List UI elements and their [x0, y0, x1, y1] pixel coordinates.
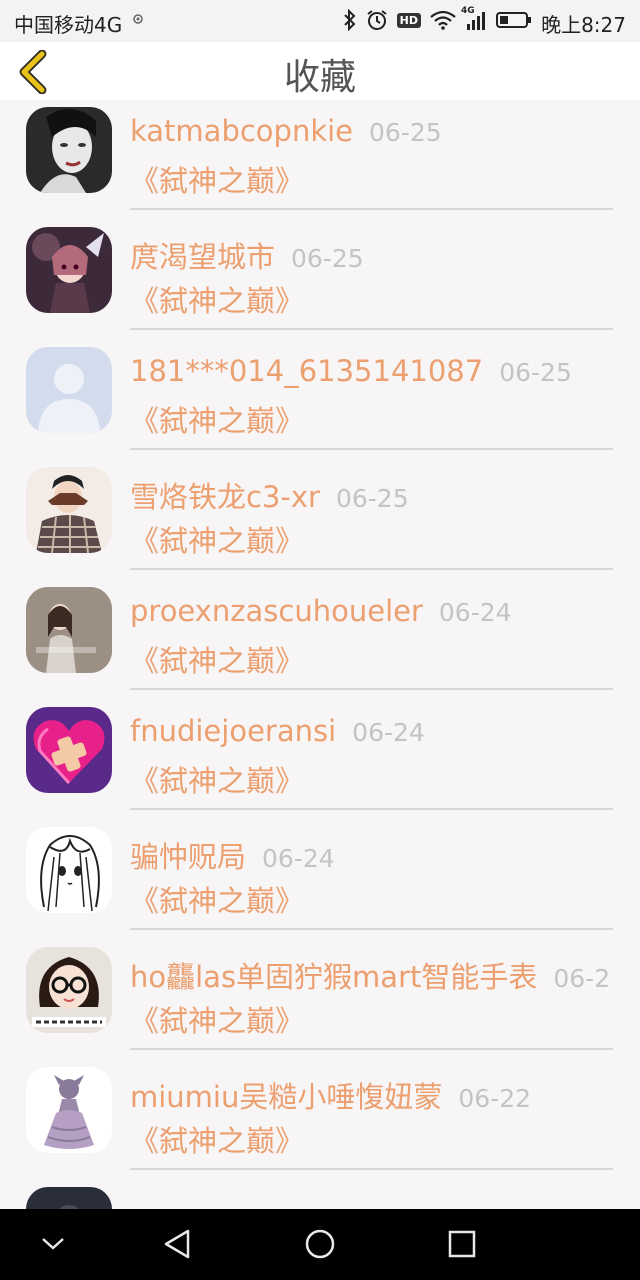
- divider: [130, 448, 613, 450]
- system-icons: HD 4G: [343, 6, 532, 32]
- date-label: 06-25: [335, 484, 409, 513]
- book-title: 《弑神之巅》: [130, 1004, 305, 1038]
- divider: [130, 1168, 613, 1170]
- user-name: katmabcopnkie: [130, 114, 354, 148]
- user-name: proexnzascuhoueler: [130, 594, 423, 628]
- back-triangle-icon: [164, 1229, 190, 1259]
- book-title: 《弑神之巅》: [130, 1124, 305, 1158]
- list-item[interactable]: fnudiejoeransi 06-24 《弑神之巅》: [0, 700, 640, 820]
- header-bar: 收藏: [0, 42, 640, 100]
- list-item[interactable]: miumiu吴糙小唾愎妞蒙 06-22 《弑神之巅》: [0, 1060, 640, 1180]
- book-title: 《弑神之巅》: [130, 764, 305, 798]
- app-root: 中国移动4G HD 4G 晚上8:27 收藏 katmabcopnkie 06-…: [0, 0, 640, 1280]
- avatar[interactable]: [26, 827, 112, 913]
- date-label: 06-2: [553, 964, 611, 993]
- divider: [130, 208, 613, 210]
- list-item[interactable]: proexnzascuhoueler 06-24 《弑神之巅》: [0, 580, 640, 700]
- signal-icon: 4G: [461, 6, 487, 32]
- hd-label: HD: [396, 12, 421, 28]
- battery-icon: [496, 8, 532, 32]
- nav-home-button[interactable]: [300, 1224, 340, 1264]
- divider: [130, 688, 613, 690]
- date-label: 06-24: [352, 718, 425, 747]
- favorites-list: katmabcopnkie 06-25 《弑神之巅》 庹渴望城市 06-25 《弑神…: [0, 100, 640, 1209]
- hd-call-icon: [132, 13, 144, 28]
- divider: [130, 568, 613, 570]
- date-label: 06-25: [291, 244, 364, 273]
- home-circle-icon: [305, 1229, 335, 1259]
- page-title: 收藏: [283, 57, 356, 98]
- book-title: 《弑神之巅》: [130, 884, 305, 918]
- user-name: 雪烙铁龙c3-xr: [130, 480, 320, 514]
- user-name: 181***014_6135141087: [130, 354, 484, 388]
- chevron-down-button[interactable]: [33, 1224, 73, 1264]
- avatar[interactable]: [26, 707, 112, 793]
- user-name: ho龘las单固狞猳mart智能手表: [130, 960, 538, 994]
- date-label: 06-22: [458, 1084, 532, 1113]
- book-title: 《弑神之巅》: [130, 644, 305, 678]
- list-item[interactable]: [0, 1180, 640, 1209]
- avatar[interactable]: [26, 107, 112, 193]
- divider: [130, 328, 613, 330]
- book-title: 《弑神之巅》: [130, 524, 305, 558]
- avatar[interactable]: [26, 467, 112, 553]
- avatar[interactable]: [26, 227, 112, 313]
- user-name: miumiu吴糙小唾愎妞蒙: [130, 1080, 443, 1114]
- book-title: 《弑神之巅》: [130, 284, 305, 318]
- list-item[interactable]: 181***014_6135141087 06-25 《弑神之巅》: [0, 340, 640, 460]
- nav-recents-button[interactable]: [442, 1224, 482, 1264]
- wifi-icon: [430, 8, 456, 32]
- alarm-icon: [366, 8, 388, 32]
- divider: [130, 808, 613, 810]
- date-label: 06-25: [499, 358, 572, 387]
- list-item[interactable]: ho龘las单固狞猳mart智能手表 06-2 《弑神之巅》: [0, 940, 640, 1060]
- status-bar: 中国移动4G HD 4G 晚上8:27: [0, 0, 640, 42]
- user-name: 庹渴望城市: [130, 240, 276, 274]
- date-label: 06-24: [262, 844, 335, 873]
- list-item[interactable]: 庹渴望城市 06-25 《弑神之巅》: [0, 220, 640, 340]
- avatar[interactable]: [26, 347, 112, 433]
- network-label: 4G: [461, 6, 475, 16]
- recents-square-icon: [448, 1230, 476, 1258]
- divider: [130, 1048, 613, 1050]
- user-name: fnudiejoeransi: [130, 714, 337, 748]
- nav-back-button[interactable]: [158, 1224, 198, 1264]
- book-title: 《弑神之巅》: [130, 404, 305, 438]
- avatar[interactable]: [26, 1067, 112, 1153]
- date-label: 06-24: [438, 598, 512, 627]
- chevron-down-icon: [42, 1238, 64, 1250]
- user-name: 骗忡贶局: [130, 840, 247, 874]
- avatar[interactable]: [26, 947, 112, 1033]
- clock: 晚上8:27: [541, 13, 626, 37]
- avatar[interactable]: [26, 1187, 112, 1209]
- divider: [130, 928, 613, 930]
- hd-icon: HD: [396, 8, 421, 32]
- book-title: 《弑神之巅》: [130, 164, 305, 198]
- list-item[interactable]: 雪烙铁龙c3-xr 06-25 《弑神之巅》: [0, 460, 640, 580]
- list-item[interactable]: 骗忡贶局 06-24 《弑神之巅》: [0, 820, 640, 940]
- bluetooth-icon: [343, 8, 357, 32]
- list-item[interactable]: katmabcopnkie 06-25 《弑神之巅》: [0, 100, 640, 220]
- navigation-bar: [0, 1209, 640, 1280]
- carrier-label: 中国移动4G: [14, 13, 123, 37]
- avatar[interactable]: [26, 587, 112, 673]
- date-label: 06-25: [369, 118, 442, 147]
